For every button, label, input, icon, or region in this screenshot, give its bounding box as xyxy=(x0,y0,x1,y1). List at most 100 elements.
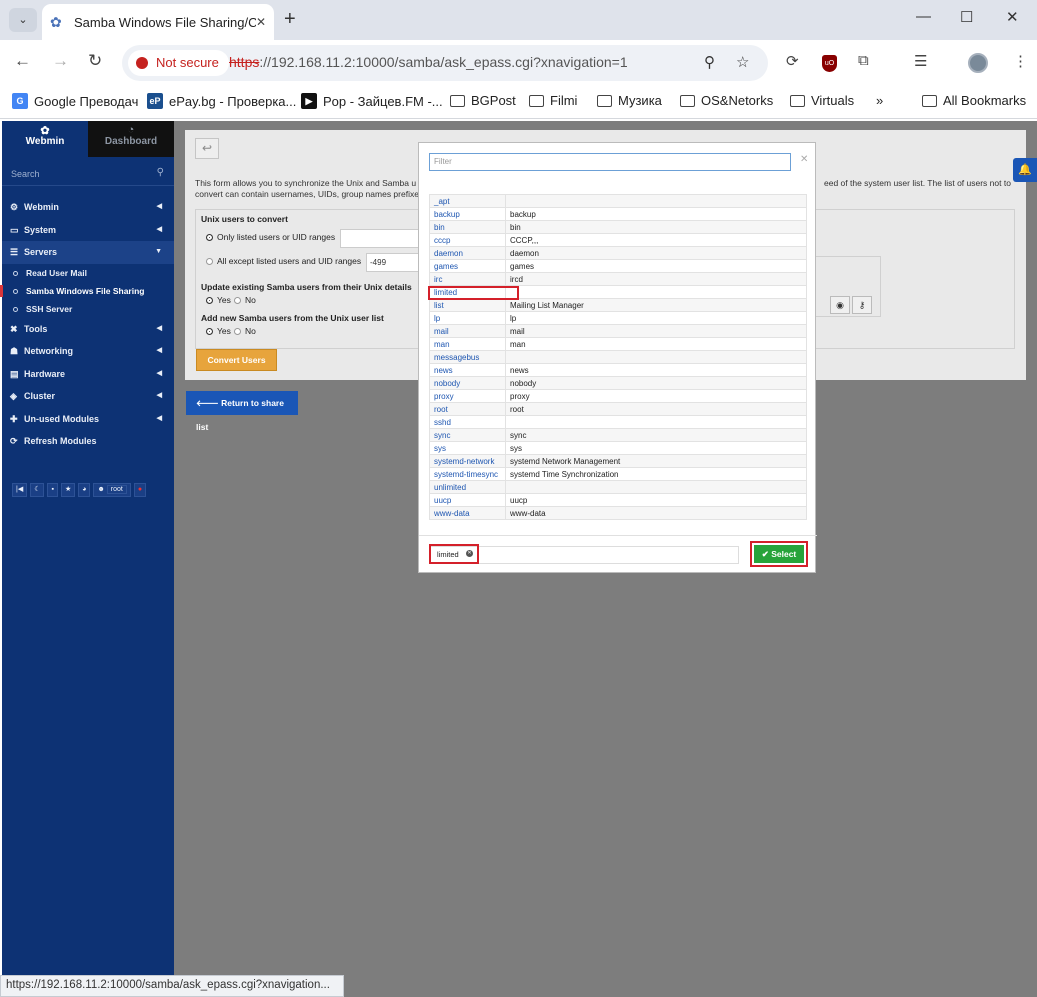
user-name-cell[interactable]: unlimited xyxy=(429,480,506,494)
user-name-cell[interactable]: man xyxy=(429,337,506,351)
user-name-cell[interactable]: irc xyxy=(429,272,506,286)
user-name-cell[interactable]: systemd-timesync xyxy=(429,467,506,481)
sidebar-item-webmin[interactable]: ⚙ Webmin ◀ xyxy=(2,196,174,219)
sidebar-search-input[interactable]: Search ⚲ xyxy=(2,164,174,186)
sidebar-item-unused-modules[interactable]: ✚ Un-used Modules ◀ xyxy=(2,408,174,431)
ublock-icon[interactable]: uO xyxy=(822,55,837,72)
filter-input[interactable]: Filter xyxy=(429,153,791,171)
table-row[interactable]: man man xyxy=(429,337,807,351)
maximize-button[interactable]: ☐ xyxy=(960,8,973,26)
bookmark-virtuals[interactable]: Virtuals xyxy=(790,93,854,108)
not-secure-badge[interactable]: Not secure xyxy=(128,50,229,76)
user-name-cell[interactable]: daemon xyxy=(429,246,506,260)
bookmark-os-netorks[interactable]: OS&Netorks xyxy=(680,93,773,108)
tab-dashboard[interactable]: ◔ Dashboard xyxy=(88,121,174,157)
user-root-button[interactable]: ☻ root xyxy=(93,483,131,497)
url-text[interactable]: https://192.168.11.2:10000/samba/ask_epa… xyxy=(229,54,628,70)
only-listed-input[interactable] xyxy=(340,229,420,248)
bookmark-pop-zaytsev[interactable]: ▶ Pop - Зайцев.FM -... xyxy=(301,93,443,109)
bookmark-epay[interactable]: eP ePay.bg - Проверка... xyxy=(147,93,296,109)
table-row[interactable]: systemd-network systemd Network Managemen… xyxy=(429,454,807,468)
user-name-cell[interactable]: proxy xyxy=(429,389,506,403)
table-row[interactable]: daemon daemon xyxy=(429,246,807,260)
sidebar-item-servers[interactable]: ☰ Servers ▼ xyxy=(2,241,174,264)
select-button[interactable]: ✔ Select xyxy=(754,545,804,563)
table-row[interactable]: mail mail xyxy=(429,324,807,338)
table-row[interactable]: messagebus xyxy=(429,350,807,364)
key-icon[interactable]: ⚷ xyxy=(852,296,872,314)
user-name-cell[interactable]: news xyxy=(429,363,506,377)
back-button[interactable]: ← xyxy=(14,51,31,71)
reading-list-icon[interactable]: ☰ xyxy=(914,52,927,70)
add-yes-radio[interactable]: Yes xyxy=(206,326,231,336)
bookmark-star-icon[interactable]: ☆ xyxy=(736,53,749,71)
user-name-cell[interactable]: uucp xyxy=(429,493,506,507)
user-name-cell[interactable]: sshd xyxy=(429,415,506,429)
user-name-cell[interactable]: messagebus xyxy=(429,350,506,364)
update-no-radio[interactable]: No xyxy=(234,295,256,305)
table-row[interactable]: list Mailing List Manager xyxy=(429,298,807,312)
table-row[interactable]: sshd xyxy=(429,415,807,429)
address-bar[interactable]: Not secure https://192.168.11.2:10000/sa… xyxy=(122,45,768,81)
user-name-cell[interactable]: bin xyxy=(429,220,506,234)
sidebar-item-system[interactable]: ▭ System ◀ xyxy=(2,219,174,242)
remove-tag-icon[interactable]: ✕ xyxy=(466,550,473,557)
table-row[interactable]: bin bin xyxy=(429,220,807,234)
table-row[interactable]: systemd-timesync systemd Time Synchroniza… xyxy=(429,467,807,481)
sidebar-item-tools[interactable]: ✖ Tools ◀ xyxy=(2,318,174,341)
user-name-cell[interactable]: www-data xyxy=(429,506,506,520)
table-row[interactable]: proxy proxy xyxy=(429,389,807,403)
zoom-icon[interactable]: ⚲ xyxy=(704,53,715,71)
table-row[interactable]: sync sync xyxy=(429,428,807,442)
table-row[interactable]: backup backup xyxy=(429,207,807,221)
close-icon[interactable]: ✕ xyxy=(800,154,808,165)
tab-webmin[interactable]: ✿ Webmin xyxy=(2,121,88,157)
update-yes-radio[interactable]: Yes xyxy=(206,295,231,305)
table-row[interactable]: lp lp xyxy=(429,311,807,325)
table-row[interactable]: cccp CCCP,,, xyxy=(429,233,807,247)
user-name-cell[interactable]: lp xyxy=(429,311,506,325)
table-row[interactable]: root root xyxy=(429,402,807,416)
bookmark-google-translate[interactable]: G Google Преводач xyxy=(12,93,138,109)
theme-palette-icon[interactable]: ◕ xyxy=(78,483,91,497)
return-to-share-list-button[interactable]: 🡐 Return to share list xyxy=(186,391,298,432)
collapse-icon[interactable]: |◀ xyxy=(12,483,28,497)
table-row[interactable]: irc ircd xyxy=(429,272,807,286)
user-name-cell[interactable]: backup xyxy=(429,207,506,221)
back-arrow-button[interactable]: ↩ xyxy=(195,138,219,159)
table-row[interactable]: games games xyxy=(429,259,807,273)
table-row[interactable]: unlimited xyxy=(429,480,807,494)
browser-tab[interactable]: ✿ Samba Windows File Sharing/C ✕ xyxy=(42,4,274,40)
logout-icon[interactable]: ● xyxy=(133,483,147,497)
profile-avatar[interactable] xyxy=(968,53,988,73)
user-name-cell[interactable]: list xyxy=(429,298,506,312)
all-bookmarks[interactable]: All Bookmarks xyxy=(922,93,1026,108)
user-name-cell[interactable]: systemd-network xyxy=(429,454,506,468)
user-name-cell[interactable]: root xyxy=(429,402,506,416)
night-mode-icon[interactable]: ☾ xyxy=(30,483,45,497)
table-row[interactable]: news news xyxy=(429,363,807,377)
radio-only-listed[interactable]: Only listed users or UID ranges xyxy=(206,232,335,242)
sidebar-item-refresh-modules[interactable]: ⟳ Refresh Modules xyxy=(2,430,174,453)
bookmarks-overflow-icon[interactable]: » xyxy=(876,93,883,108)
user-name-cell[interactable]: nobody xyxy=(429,376,506,390)
forward-button[interactable]: → xyxy=(52,51,69,71)
user-name-cell[interactable]: sys xyxy=(429,441,506,455)
convert-users-button[interactable]: Convert Users xyxy=(196,349,277,371)
reload-button[interactable]: ↻ xyxy=(88,51,102,71)
notifications-bell-icon[interactable]: 🔔 xyxy=(1013,158,1037,182)
radio-all-except[interactable]: All except listed users and UID ranges xyxy=(206,256,361,266)
tab-close-icon[interactable]: ✕ xyxy=(256,15,266,29)
sidebar-sub-read-user-mail[interactable]: Read User Mail xyxy=(2,264,174,282)
sidebar-sub-ssh-server[interactable]: SSH Server xyxy=(2,300,174,318)
table-row[interactable]: sys sys xyxy=(429,441,807,455)
user-name-cell[interactable]: _apt xyxy=(429,194,506,208)
favorites-star-icon[interactable]: ★ xyxy=(60,483,76,497)
sidebar-item-networking[interactable]: ☗ Networking ◀ xyxy=(2,340,174,363)
bookmark-filmi[interactable]: Filmi xyxy=(529,93,577,108)
user-name-cell[interactable]: games xyxy=(429,259,506,273)
extension-sync-icon[interactable]: ⟳ xyxy=(786,52,799,70)
bookmark-bgpost[interactable]: BGPost xyxy=(450,93,516,108)
minimize-button[interactable]: — xyxy=(916,8,931,25)
new-tab-button[interactable]: + xyxy=(284,8,296,31)
